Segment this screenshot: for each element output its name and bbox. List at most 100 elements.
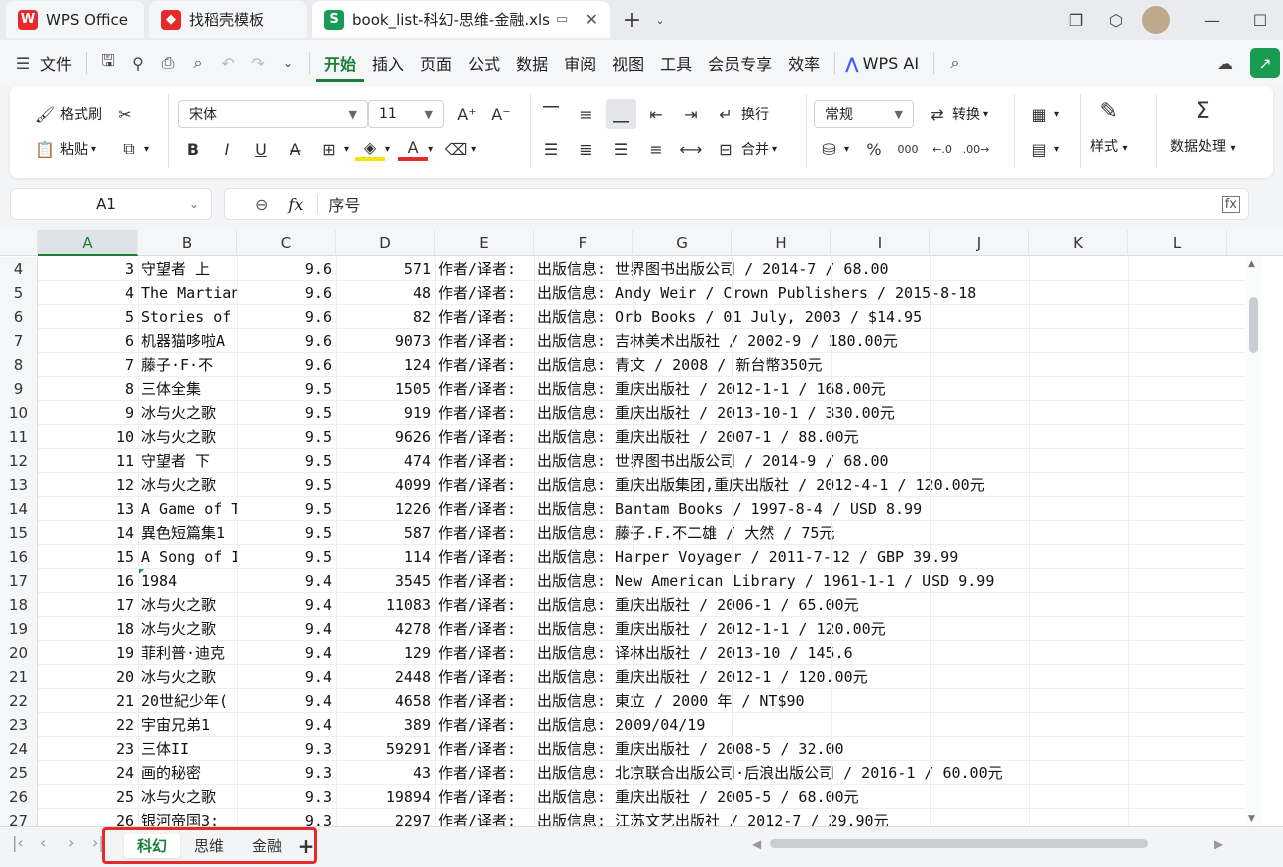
tab-list-chevron-icon[interactable]: ⌄ [646, 6, 674, 34]
cloud-upload-icon[interactable]: ☁ [1210, 48, 1240, 78]
cell-f[interactable]: 出版信息: 重庆出版社 / 2006-1 / 65.00元 [534, 593, 1234, 617]
cell-c[interactable]: 9.5 [237, 473, 336, 497]
undo-icon[interactable]: ↶ [213, 48, 243, 78]
merge-label[interactable]: 合并 [741, 139, 769, 159]
first-sheet-icon[interactable]: |‹ [12, 833, 24, 852]
cell-b[interactable]: Stories of [138, 305, 237, 329]
cell-d[interactable]: 2297 [336, 809, 435, 826]
cell-b[interactable]: 冰与火之歌 [138, 401, 237, 425]
cell-f[interactable]: 出版信息: Andy Weir / Crown Publishers / 201… [534, 281, 1234, 305]
search-icon[interactable]: ⌕ [940, 48, 970, 78]
cell-c[interactable]: 9.4 [237, 569, 336, 593]
cell-d[interactable]: 474 [336, 449, 435, 473]
cell-b[interactable]: 菲利普·迪克 [138, 641, 237, 665]
cell-b[interactable]: 藤子·F·不 [138, 353, 237, 377]
row-header[interactable]: 27 [0, 809, 38, 826]
cell-e[interactable]: 作者/译者: [435, 593, 534, 617]
cell-f[interactable]: 出版信息: 重庆出版社 / 2013-10-1 / 330.00元 [534, 401, 1234, 425]
cell-a[interactable]: 5 [38, 305, 138, 329]
cell-b[interactable]: A Song of I [138, 545, 237, 569]
menu-data[interactable]: 数据 [508, 51, 556, 75]
conditional-format-icon[interactable]: ▦ [1024, 99, 1054, 129]
underline-icon[interactable]: U [246, 134, 276, 164]
cell-e[interactable]: 作者/译者: [435, 425, 534, 449]
column-header-f[interactable]: F [534, 230, 633, 256]
cell-f[interactable]: 出版信息: 世界图书出版公司 / 2014-7 / 68.00 [534, 257, 1234, 281]
cell-f[interactable]: 出版信息: 藤子.F.不二雄 / 大然 / 75元 [534, 521, 1234, 545]
row-header[interactable]: 14 [0, 497, 38, 521]
cell-d[interactable]: 1226 [336, 497, 435, 521]
menu-wps-ai[interactable]: WPS AI [859, 54, 927, 73]
link-icon[interactable]: ⚲ [123, 48, 153, 78]
copy-button[interactable]: ⧉ ▾ [114, 134, 149, 164]
row-header[interactable]: 4 [0, 257, 38, 281]
close-tab-icon[interactable]: ✕ [585, 10, 598, 29]
cell-e[interactable]: 作者/译者: [435, 281, 534, 305]
row-header[interactable]: 26 [0, 785, 38, 809]
cell-c[interactable]: 9.4 [237, 713, 336, 737]
cell-c[interactable]: 9.6 [237, 257, 336, 281]
cell-e[interactable]: 作者/译者: [435, 713, 534, 737]
cell-d[interactable]: 389 [336, 713, 435, 737]
cell-b[interactable]: 守望者 下 [138, 449, 237, 473]
cell-e[interactable]: 作者/译者: [435, 473, 534, 497]
row-header[interactable]: 10 [0, 401, 38, 425]
column-header-g[interactable]: G [633, 230, 732, 256]
cell-d[interactable]: 59291 [336, 737, 435, 761]
menu-file[interactable]: 文件 [38, 51, 80, 75]
row-header[interactable]: 19 [0, 617, 38, 641]
bold-icon[interactable]: B [178, 134, 208, 164]
cell-e[interactable]: 作者/译者: [435, 737, 534, 761]
cell-a[interactable]: 20 [38, 665, 138, 689]
function-icon[interactable]: fx [288, 195, 303, 214]
menu-member[interactable]: 会员专享 [700, 51, 780, 75]
cell-f[interactable]: 出版信息: 吉林美术出版社 / 2002-9 / 180.00元 [534, 329, 1234, 353]
row-header[interactable]: 25 [0, 761, 38, 785]
cell-a[interactable]: 3 [38, 257, 138, 281]
menu-insert[interactable]: 插入 [364, 51, 412, 75]
cell-c[interactable]: 9.6 [237, 281, 336, 305]
row-header[interactable]: 21 [0, 665, 38, 689]
monitor-icon[interactable]: ▭ [556, 12, 568, 27]
decrease-decimal-icon[interactable]: .00→ [961, 134, 991, 164]
row-header[interactable]: 7 [0, 329, 38, 353]
eraser-icon[interactable]: ⌫ [441, 134, 471, 164]
cell-a[interactable]: 22 [38, 713, 138, 737]
expand-formula-icon[interactable]: fx [1221, 195, 1240, 213]
cell-b[interactable]: 冰与火之歌 [138, 593, 237, 617]
cell-a[interactable]: 11 [38, 449, 138, 473]
cell-e[interactable]: 作者/译者: [435, 689, 534, 713]
row-header[interactable]: 22 [0, 689, 38, 713]
cell-f[interactable]: 出版信息: New American Library / 1961-1-1 / … [534, 569, 1234, 593]
row-header[interactable]: 16 [0, 545, 38, 569]
horizontal-scroll-thumb[interactable] [770, 839, 1148, 848]
zoom-icon[interactable]: ⊖ [255, 195, 268, 214]
style-button[interactable]: ✎ 样式 ▾ [1090, 96, 1127, 156]
cell-a[interactable]: 19 [38, 641, 138, 665]
merge-icon[interactable]: ⊟ [711, 134, 741, 164]
paste-button[interactable]: 📋 粘贴 ▾ [30, 134, 96, 164]
cell-e[interactable]: 作者/译者: [435, 257, 534, 281]
cell-f[interactable]: 出版信息: 译林出版社 / 2013-10 / 145.6 [534, 641, 1234, 665]
cell-f[interactable]: 出版信息: 重庆出版社 / 2012-1-1 / 168.00元 [534, 377, 1234, 401]
cell-f[interactable]: 出版信息: 北京联合出版公司·后浪出版公司 / 2016-1 / 60.00元 [534, 761, 1234, 785]
cell-a[interactable]: 12 [38, 473, 138, 497]
scroll-down-icon[interactable]: ▼ [1248, 814, 1255, 824]
cell-f[interactable]: 出版信息: 青文 / 2008 / 新台幣350元 [534, 353, 1234, 377]
cell-a[interactable]: 4 [38, 281, 138, 305]
maximize-icon[interactable]: ☐ [1246, 6, 1274, 34]
menu-view[interactable]: 视图 [604, 51, 652, 75]
prev-sheet-icon[interactable]: ‹ [40, 833, 46, 852]
justify-icon[interactable]: ≡ [641, 134, 671, 164]
row-header[interactable]: 13 [0, 473, 38, 497]
cell-b[interactable]: 冰与火之歌 [138, 425, 237, 449]
italic-icon[interactable]: I [212, 134, 242, 164]
cell-e[interactable]: 作者/译者: [435, 401, 534, 425]
cell-f[interactable]: 出版信息: Bantam Books / 1997-8-4 / USD 8.99 [534, 497, 1234, 521]
column-header-h[interactable]: H [732, 230, 831, 256]
cell-b[interactable]: 異色短篇集1 [138, 521, 237, 545]
cell-f[interactable]: 出版信息: 江苏文艺出版社 / 2012-7 / 29.90元 [534, 809, 1234, 826]
cell-c[interactable]: 9.3 [237, 809, 336, 826]
cell-e[interactable]: 作者/译者: [435, 809, 534, 826]
currency-icon[interactable]: ⛁ [814, 134, 844, 164]
